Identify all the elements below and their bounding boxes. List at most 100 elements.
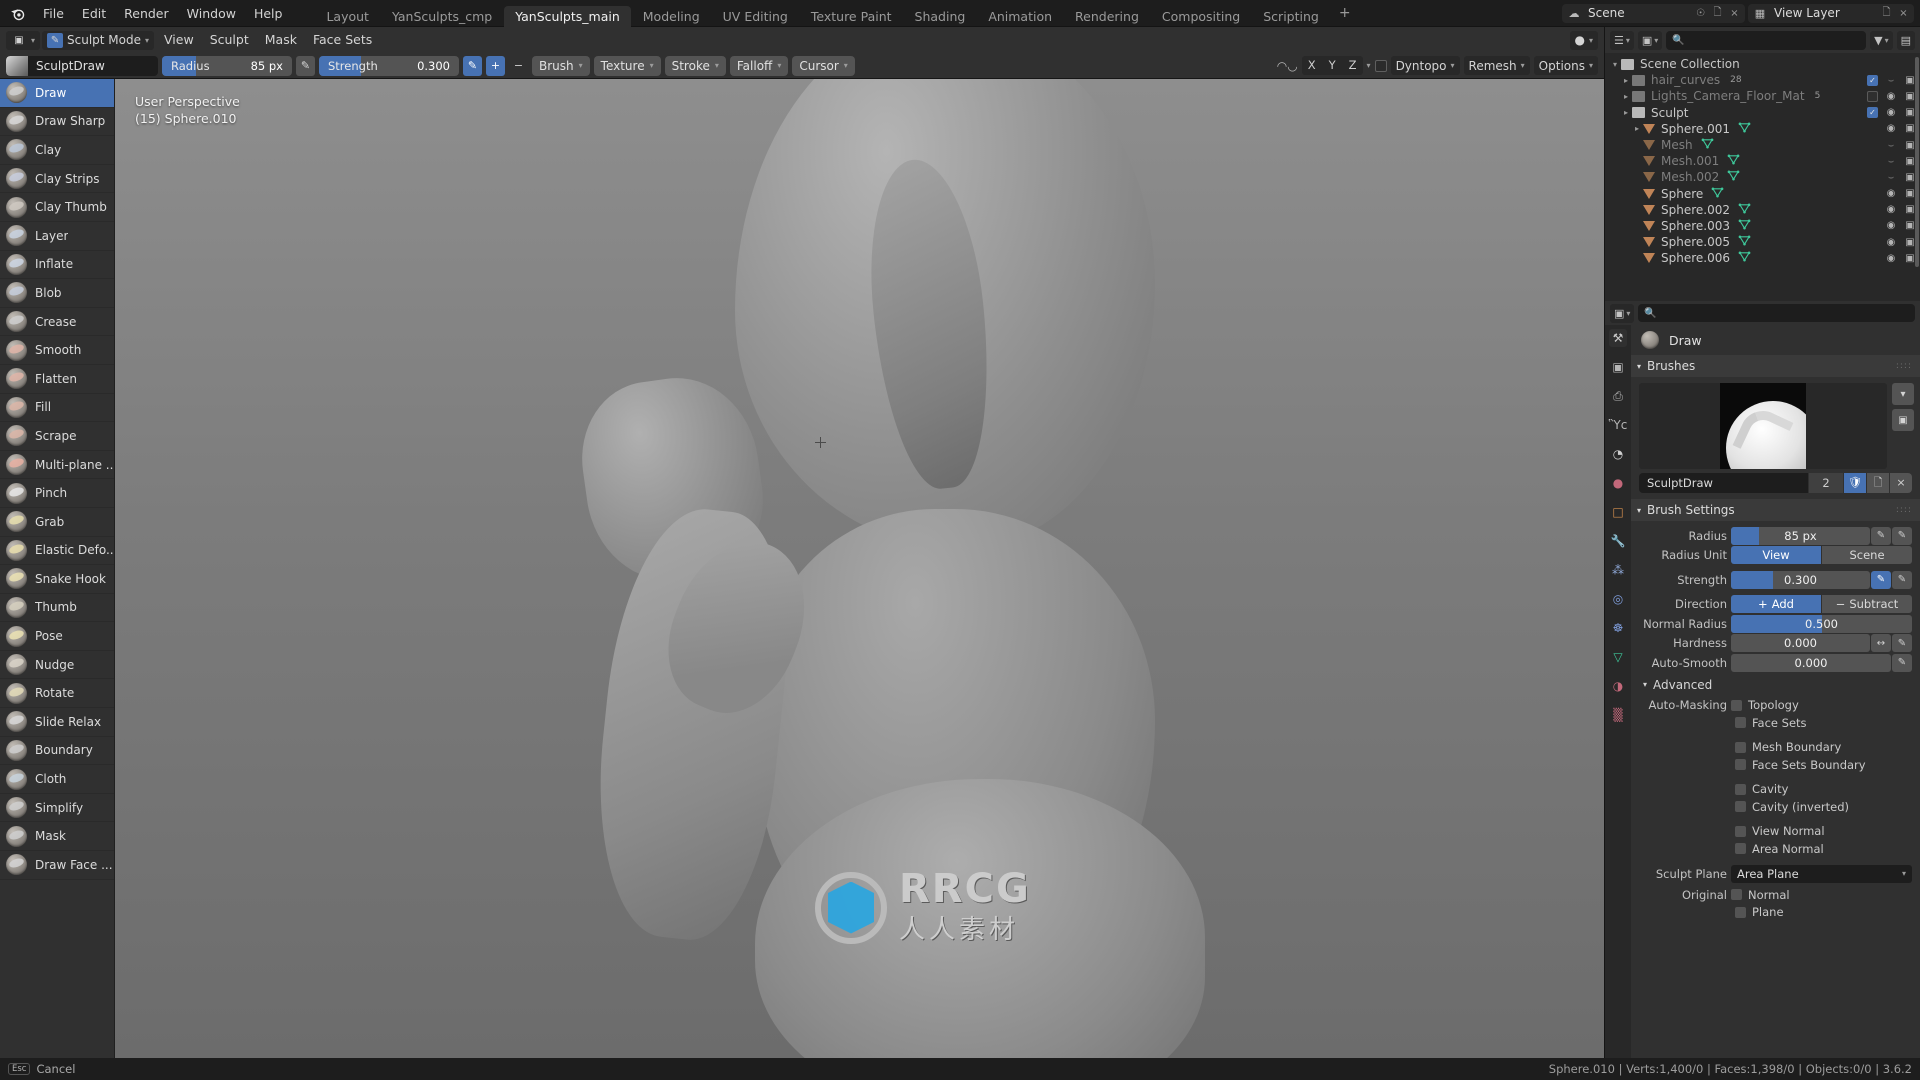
outliner-row-sphere-003[interactable]: Sphere.003 ◉ ▣	[1605, 218, 1920, 234]
view-layer-selector[interactable]: ▦ View Layer 🗋 ×	[1748, 3, 1914, 23]
outliner-row-mesh-002[interactable]: Mesh.002 ⌣ ▣	[1605, 169, 1920, 185]
visibility-eye-icon[interactable]: ⌣	[1885, 75, 1897, 86]
new-collection-icon[interactable]: ▤	[1896, 30, 1915, 50]
popover-falloff[interactable]: Falloff ▾	[729, 55, 789, 76]
viewport-menu-sculpt[interactable]: Sculpt	[202, 27, 257, 53]
exclude-checkbox[interactable]: ✓	[1867, 74, 1878, 86]
popover-brush[interactable]: Brush ▾	[532, 55, 590, 76]
automask-face-sets-checkbox[interactable]	[1735, 717, 1746, 729]
viewport-menu-view[interactable]: View	[156, 27, 202, 53]
copy-icon[interactable]: 🗋	[1867, 473, 1889, 493]
advanced-subpanel-header[interactable]: ▾ Advanced	[1631, 675, 1920, 695]
tool-clay-strips[interactable]: Clay Strips	[0, 165, 114, 194]
automask-cavity-(inverted)-checkbox[interactable]	[1735, 801, 1746, 813]
tool-cloth[interactable]: Cloth	[0, 765, 114, 794]
visibility-eye-icon[interactable]: ◉	[1885, 188, 1897, 199]
tool-nudge[interactable]: Nudge	[0, 651, 114, 680]
output-tab[interactable]: ⎙	[1609, 387, 1627, 405]
workspace-tab-texture-paint[interactable]: Texture Paint	[800, 6, 903, 27]
chevron-right-icon[interactable]: ▸	[1620, 92, 1632, 101]
sculpt-plane-dropdown[interactable]: Area Plane ▾	[1731, 864, 1912, 883]
outliner-row-lights-camera-floor-mat[interactable]: ▸ Lights_Camera_Floor_Mat 5 ◉ ▣	[1605, 88, 1920, 104]
brush-settings-panel-header[interactable]: ▾ Brush Settings ::::	[1631, 499, 1920, 521]
direction-add[interactable]: + Add	[1731, 595, 1821, 613]
viewport-menu-face-sets[interactable]: Face Sets	[305, 27, 380, 53]
workspace-tab-uv-editing[interactable]: UV Editing	[712, 6, 799, 27]
tool-draw[interactable]: Draw	[0, 79, 114, 108]
view-layer-tab[interactable]: Ὓc	[1609, 416, 1628, 434]
remesh-popover[interactable]: Remesh ▾	[1463, 56, 1530, 75]
outliner-display-mode-icon[interactable]: ☰ ▾	[1610, 30, 1634, 50]
brush-gallery[interactable]: ▾ ▣	[1631, 377, 1920, 469]
original-normal-checkbox[interactable]	[1731, 889, 1742, 900]
strength-slider[interactable]: 0.300	[1731, 570, 1870, 589]
automask-face-sets-boundary-checkbox[interactable]	[1735, 759, 1746, 771]
tool-layer[interactable]: Layer	[0, 222, 114, 251]
pressure-icon[interactable]: ✎	[1892, 653, 1912, 672]
workspace-tab-compositing[interactable]: Compositing	[1151, 6, 1251, 27]
outliner-row-scene-collection[interactable]: ▾ Scene Collection	[1605, 56, 1920, 72]
tool-pinch[interactable]: Pinch	[0, 479, 114, 508]
tool-multi-plane-[interactable]: Multi-plane ...	[0, 451, 114, 480]
scene-selector[interactable]: ☁ Scene ☉ 🗋 ×	[1562, 3, 1745, 23]
workspace-tab-shading[interactable]: Shading	[904, 6, 977, 27]
symmetry-axis-y[interactable]: Y	[1323, 56, 1342, 75]
outliner-id-type-icon[interactable]: ▣ ▾	[1637, 30, 1663, 50]
tool-slide-relax[interactable]: Slide Relax	[0, 708, 114, 737]
brush-preview-thumbnail[interactable]	[1720, 383, 1806, 469]
radius-slider[interactable]: Radius 85 px	[162, 55, 292, 76]
3d-viewport[interactable]: User Perspective (15) Sphere.010 RRCG 人人…	[115, 79, 1604, 1058]
viewport-shading-selector[interactable]: ● ▾	[1569, 30, 1598, 50]
tool-clay-thumb[interactable]: Clay Thumb	[0, 193, 114, 222]
arrows-icon[interactable]: ↔	[1871, 634, 1891, 652]
data-tab[interactable]: ▽	[1609, 648, 1627, 666]
tool-smooth[interactable]: Smooth	[0, 336, 114, 365]
outliner-row-sphere-006[interactable]: Sphere.006 ◉ ▣	[1605, 250, 1920, 266]
strength-slider[interactable]: Strength 0.300	[319, 55, 459, 76]
automask-topology-checkbox[interactable]	[1731, 699, 1742, 711]
mode-selector[interactable]: ✎ Sculpt Mode ▾	[42, 30, 155, 50]
brush-preview-toggle-icon[interactable]: ▣	[1892, 409, 1914, 431]
visibility-eye-icon[interactable]: ⌣	[1885, 156, 1897, 167]
tool-boundary[interactable]: Boundary	[0, 737, 114, 766]
popover-texture[interactable]: Texture ▾	[593, 55, 661, 76]
tool-draw-sharp[interactable]: Draw Sharp	[0, 108, 114, 137]
new-scene-icon[interactable]: 🗋	[1709, 4, 1726, 23]
tool-rotate[interactable]: Rotate	[0, 679, 114, 709]
direction-add-button[interactable]: +	[486, 55, 505, 76]
delete-view-layer-icon[interactable]: ×	[1895, 4, 1912, 23]
add-workspace-button[interactable]: +	[1331, 3, 1359, 24]
visibility-eye-icon[interactable]: ◉	[1885, 107, 1897, 118]
tool-crease[interactable]: Crease	[0, 308, 114, 337]
tool-snake-hook[interactable]: Snake Hook	[0, 565, 114, 594]
workspace-tab-modeling[interactable]: Modeling	[632, 6, 711, 27]
direction-subtract[interactable]: − Subtract	[1822, 595, 1912, 613]
chevron-right-icon[interactable]: ▸	[1620, 108, 1632, 117]
visibility-eye-icon[interactable]: ◉	[1885, 91, 1897, 102]
menu-help[interactable]: Help	[245, 0, 292, 27]
new-view-layer-icon[interactable]: 🗋	[1878, 4, 1895, 23]
segment-option-view[interactable]: View	[1731, 546, 1821, 564]
outliner-row-mesh-001[interactable]: Mesh.001 ⌣ ▣	[1605, 153, 1920, 169]
particles-tab[interactable]: ⁂	[1609, 561, 1627, 579]
radius-slider[interactable]: 85 px	[1731, 526, 1870, 545]
automask-area-normal-checkbox[interactable]	[1735, 843, 1746, 855]
symmetry-axis-x[interactable]: X	[1302, 56, 1322, 75]
physics-tab[interactable]: ◎	[1609, 590, 1627, 608]
original-plane-checkbox[interactable]	[1735, 906, 1746, 918]
outliner-row-sphere[interactable]: Sphere ◉ ▣	[1605, 186, 1920, 202]
brush-users-count[interactable]: 2	[1809, 473, 1843, 493]
chevron-right-icon[interactable]: ▸	[1620, 76, 1632, 85]
outliner-row-sphere-005[interactable]: Sphere.005 ◉ ▣	[1605, 234, 1920, 250]
tool-flatten[interactable]: Flatten	[0, 365, 114, 394]
brush-selector[interactable]: SculptDraw	[6, 55, 158, 76]
outliner-row-hair-curves[interactable]: ▸ hair_curves 28 ✓ ⌣ ▣	[1605, 72, 1920, 88]
popover-cursor[interactable]: Cursor ▾	[792, 55, 855, 76]
workspace-tab-yansculpts-main[interactable]: YanSculpts_main	[504, 5, 631, 27]
pressure-icon[interactable]: ✎	[1871, 570, 1891, 589]
object-tab[interactable]: □	[1609, 503, 1627, 521]
tool-tab[interactable]: ⚒	[1609, 329, 1627, 347]
tool-pose[interactable]: Pose	[0, 622, 114, 651]
tool-inflate[interactable]: Inflate	[0, 251, 114, 280]
tool-scrape[interactable]: Scrape	[0, 422, 114, 451]
